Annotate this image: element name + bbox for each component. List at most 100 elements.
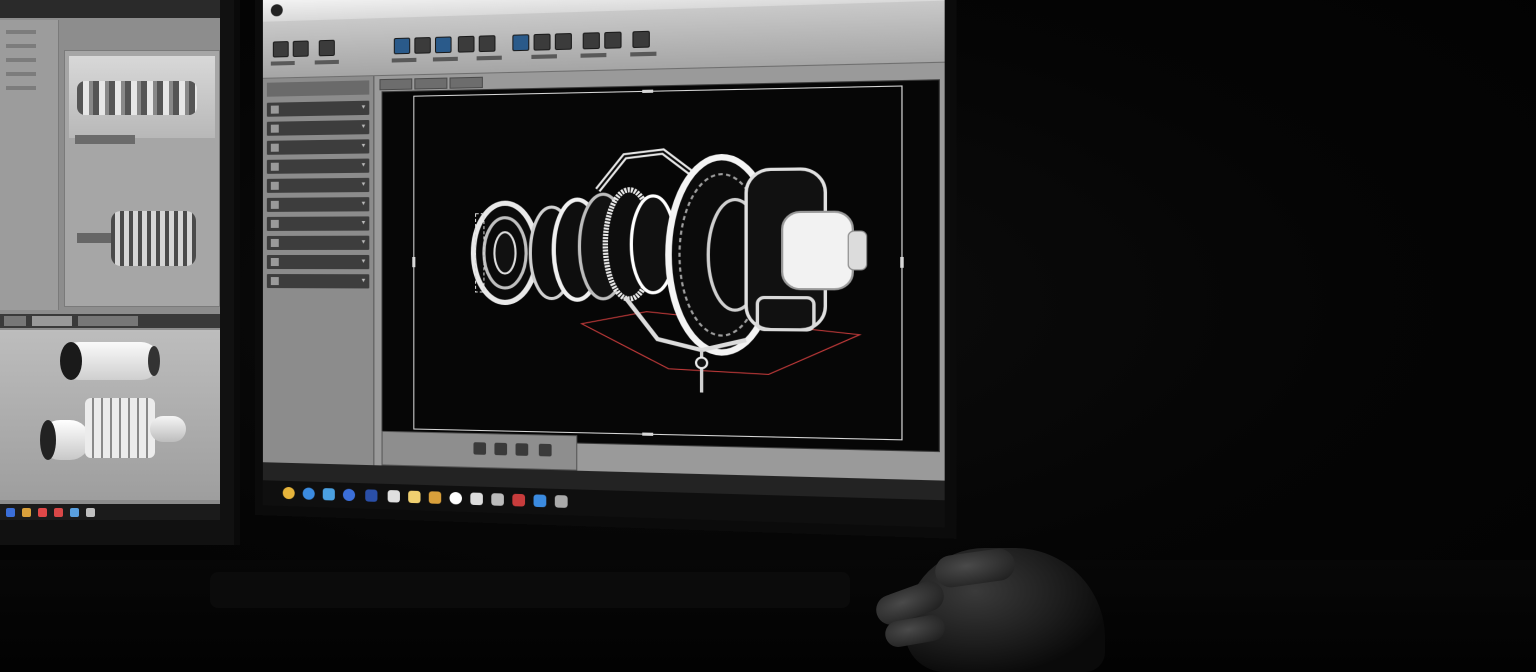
taskbar-app-icon[interactable] [491,493,504,506]
sidebar-item[interactable] [6,30,36,34]
document-tab[interactable] [379,78,412,90]
cylinder-part [60,342,160,380]
document-tab[interactable] [450,77,483,89]
view-tool-icon[interactable] [494,443,507,456]
app-logo-icon [271,4,283,16]
tree-item[interactable]: ▾ [267,178,369,193]
cylinder-end [148,346,160,376]
taskbar-app-icon[interactable] [86,508,95,517]
bolt-icon [696,358,707,369]
tool-label [581,53,607,58]
chevron-down-icon[interactable]: ▾ [362,216,366,230]
part-icon [271,277,279,285]
tree-item[interactable]: ▾ [267,216,369,231]
document-tab[interactable] [414,78,447,90]
part-icon [271,125,279,133]
tab[interactable] [4,316,26,326]
3d-viewport[interactable] [382,79,940,452]
secondary-taskbar [0,504,220,520]
taskbar-app-icon[interactable] [512,494,525,507]
assembly-part [40,390,190,470]
tree-item[interactable]: ▾ [267,197,369,212]
chevron-down-icon[interactable]: ▾ [362,159,366,173]
tool-icon[interactable] [394,38,410,55]
bearing-stack [530,189,675,300]
taskbar-app-icon[interactable] [54,508,63,517]
tool-icon[interactable] [435,36,452,53]
view-tool-icon[interactable] [539,444,552,457]
start-icon[interactable] [283,487,295,499]
taskbar-app-icon[interactable] [388,490,400,503]
assembly-model [383,80,939,451]
tool-label [433,57,458,62]
tree-item[interactable]: ▾ [267,236,369,250]
taskbar-app-icon[interactable] [429,491,441,504]
taskbar-app-icon[interactable] [343,489,355,502]
tool-icon[interactable] [632,31,649,48]
sidebar-item[interactable] [6,44,36,48]
tool-label [315,60,339,65]
model-thumbnail[interactable] [69,56,215,138]
chevron-down-icon[interactable]: ▾ [362,236,366,250]
tree-item[interactable]: ▾ [267,159,369,174]
sidebar-item[interactable] [6,72,36,76]
tree-item[interactable]: ▾ [267,120,369,136]
chevron-down-icon[interactable]: ▾ [362,139,366,153]
part-icon [271,144,279,152]
tool-label [531,54,557,59]
view-tool-icon[interactable] [473,442,486,455]
tree-item[interactable]: ▾ [267,139,369,155]
tool-icon[interactable] [583,32,600,49]
taskbar-app-icon[interactable] [22,508,31,517]
front-gear [473,203,536,303]
taskbar-app-icon[interactable] [450,492,462,505]
model-preview-card[interactable] [64,50,220,307]
chevron-down-icon[interactable]: ▾ [362,274,366,288]
browser-icon[interactable] [303,487,315,499]
taskbar-app-icon[interactable] [6,508,15,517]
chevron-down-icon[interactable]: ▾ [362,197,366,211]
tool-icon[interactable] [319,40,335,57]
tool-icon[interactable] [273,41,289,57]
tool-icon[interactable] [479,35,496,52]
tool-icon[interactable] [555,33,572,50]
chevron-down-icon[interactable]: ▾ [362,120,366,134]
tree-item[interactable]: ▾ [267,255,369,269]
tree-item[interactable]: ▾ [267,274,369,288]
card-label [75,135,135,144]
chevron-down-icon[interactable]: ▾ [362,255,366,269]
taskbar-app-icon[interactable] [470,492,483,505]
taskbar-app-icon[interactable] [38,508,47,517]
secondary-sidebar [0,20,59,310]
sidebar-item[interactable] [6,58,36,62]
tool-label [392,58,417,63]
part-render-view[interactable] [0,330,220,500]
tab[interactable] [32,316,72,326]
chevron-down-icon[interactable]: ▾ [362,101,366,115]
taskbar-app-icon[interactable] [323,488,335,500]
housing-block [85,398,155,458]
taskbar-app-icon[interactable] [534,494,547,507]
primary-screen: – ☐ ✕ [263,0,945,528]
tool-icon[interactable] [604,32,621,49]
assembly-thumbnail[interactable] [71,191,211,291]
part-icon [271,182,279,190]
taskbar-app-icon[interactable] [555,495,568,508]
part-icon [271,220,279,228]
photo-scene: – ☐ ✕ [0,0,1536,672]
tree-item[interactable]: ▾ [267,101,369,117]
taskbar-app-icon[interactable] [365,489,377,502]
tool-icon[interactable] [414,37,431,54]
sidebar-item[interactable] [6,86,36,90]
view-tool-icon[interactable] [516,443,529,456]
tool-icon[interactable] [293,40,309,57]
chevron-down-icon[interactable]: ▾ [362,178,366,192]
rear-motor-housing [746,168,866,330]
tab[interactable] [78,316,138,326]
tool-icon[interactable] [534,34,551,51]
tool-icon[interactable] [458,36,475,53]
tool-icon[interactable] [512,34,529,51]
primary-monitor: – ☐ ✕ [255,0,956,539]
folder-icon[interactable] [408,491,420,504]
taskbar-app-icon[interactable] [70,508,79,517]
